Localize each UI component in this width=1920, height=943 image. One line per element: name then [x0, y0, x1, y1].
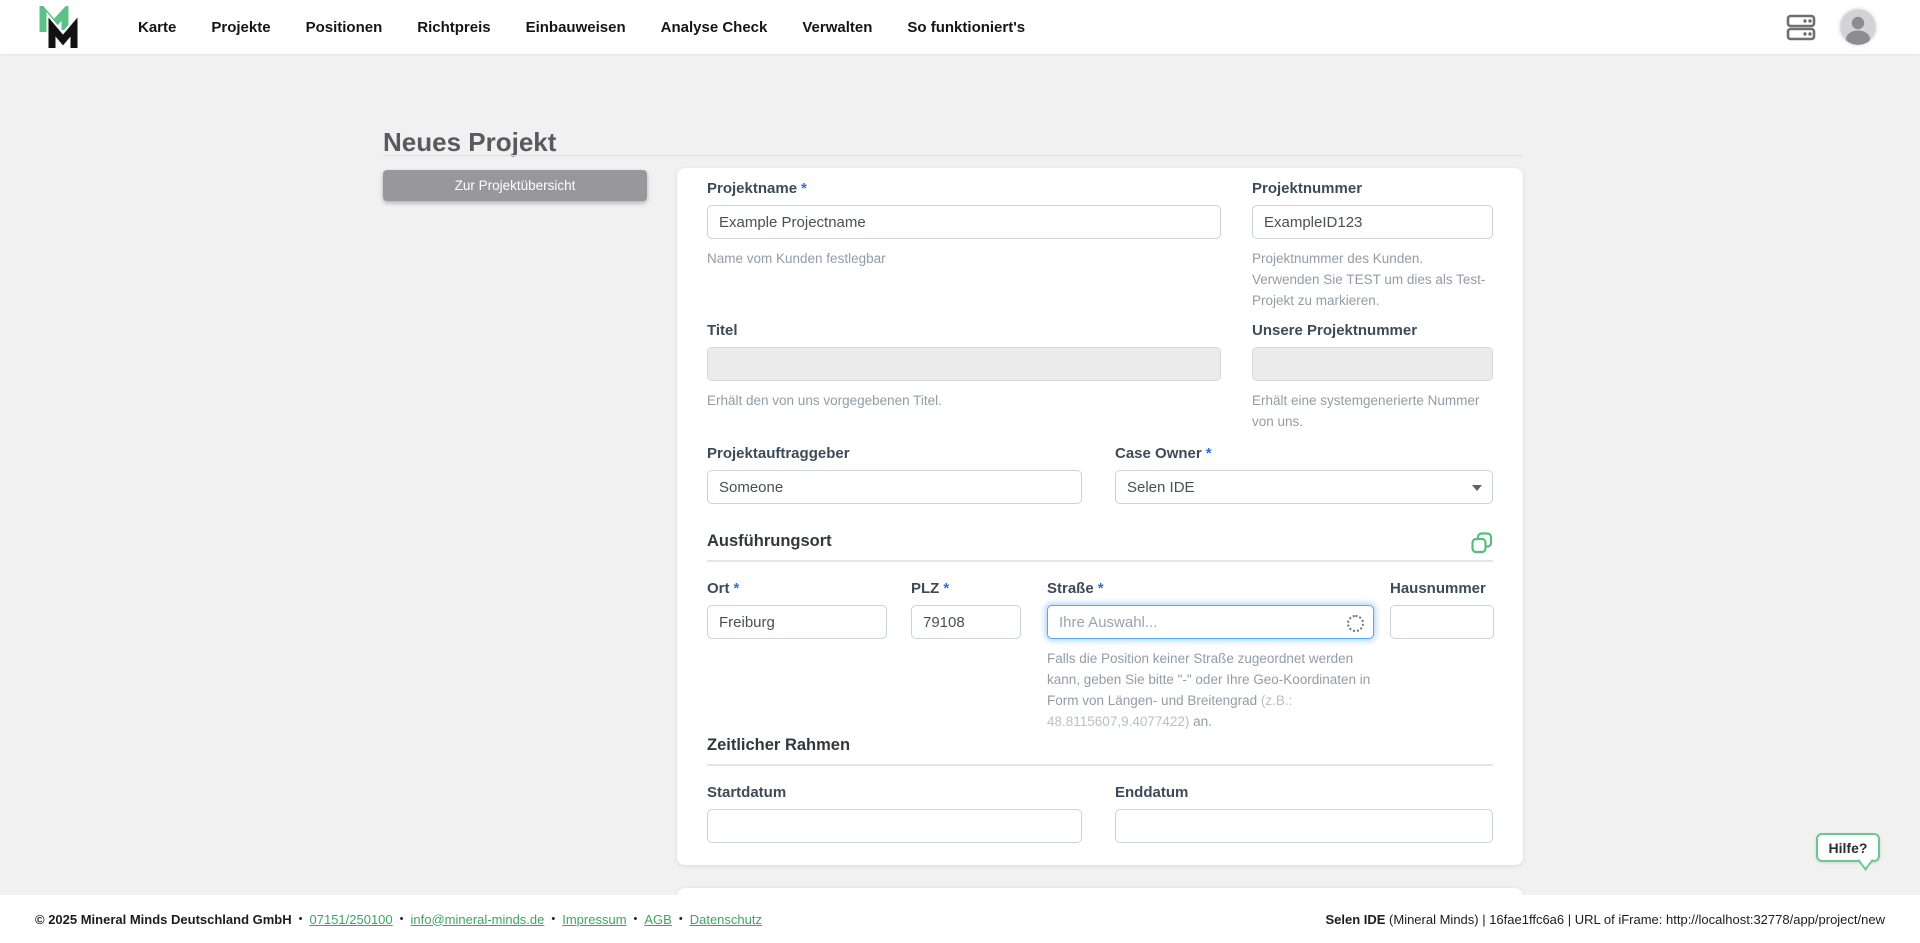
- nav-item-positionen[interactable]: Positionen: [306, 19, 383, 36]
- unsere-projektnummer-field-group: Unsere Projektnummer Erhält eine systemg…: [1252, 320, 1493, 432]
- plz-input[interactable]: [911, 605, 1021, 639]
- projektnummer-helper: Projektnummer des Kunden. Verwenden Sie …: [1252, 248, 1493, 311]
- copy-location-icon[interactable]: [1471, 532, 1493, 554]
- projektnummer-input[interactable]: [1252, 205, 1493, 239]
- strasse-helper: Falls die Position keiner Straße zugeord…: [1047, 648, 1374, 732]
- footer-session-info: Selen IDE (Mineral Minds) | 16fae1ffc6a6…: [1325, 912, 1885, 927]
- titel-label: Titel: [707, 320, 1221, 342]
- title-divider: [383, 155, 1523, 156]
- titel-input: [707, 347, 1221, 381]
- unsere-projektnummer-label: Unsere Projektnummer: [1252, 320, 1493, 342]
- hausnummer-input[interactable]: [1390, 605, 1494, 639]
- main-nav: Karte Projekte Positionen Richtpreis Ein…: [138, 0, 1025, 54]
- footer-phone-link[interactable]: 07151/250100: [310, 912, 393, 927]
- footer-session-owner: Selen IDE: [1325, 912, 1385, 927]
- required-marker: *: [801, 180, 807, 197]
- help-button[interactable]: Hilfe?: [1816, 833, 1880, 862]
- nav-item-projekte[interactable]: Projekte: [211, 19, 270, 36]
- back-to-project-overview-button[interactable]: Zur Projektübersicht: [383, 170, 647, 201]
- footer: © 2025 Mineral Minds Deutschland GmbH • …: [0, 895, 1920, 943]
- zeitlicher-rahmen-divider: [707, 764, 1493, 766]
- app-root: Karte Projekte Positionen Richtpreis Ein…: [0, 0, 1920, 943]
- required-marker: *: [1206, 445, 1212, 462]
- nav-item-verwalten[interactable]: Verwalten: [802, 19, 872, 36]
- server-icon[interactable]: [1786, 13, 1816, 41]
- case-owner-selected-value: Selen IDE: [1127, 479, 1195, 496]
- projektauftraggeber-field-group: Projektauftraggeber: [707, 443, 1082, 504]
- footer-impressum-link[interactable]: Impressum: [562, 912, 626, 927]
- ort-label: Ort*: [707, 578, 887, 600]
- nav-item-karte[interactable]: Karte: [138, 19, 176, 36]
- strasse-field-group: Straße* Falls die Position keiner Straße…: [1047, 578, 1374, 732]
- required-marker: *: [734, 580, 740, 597]
- required-marker: *: [943, 580, 949, 597]
- ausfuehrungsort-divider: [707, 560, 1493, 562]
- footer-copyright: © 2025 Mineral Minds Deutschland GmbH: [35, 912, 292, 927]
- projektname-field-group: Projektname* Name vom Kunden festlegbar: [707, 178, 1221, 269]
- footer-separator: •: [551, 913, 555, 925]
- chevron-down-icon: [1472, 485, 1482, 491]
- required-marker: *: [1098, 580, 1104, 597]
- titel-field-group: Titel Erhält den von uns vorgegebenen Ti…: [707, 320, 1221, 411]
- footer-separator: •: [299, 913, 303, 925]
- footer-email-link[interactable]: info@mineral-minds.de: [411, 912, 545, 927]
- nav-item-richtpreis[interactable]: Richtpreis: [417, 19, 490, 36]
- plz-label: PLZ*: [911, 578, 1021, 600]
- ort-field-group: Ort*: [707, 578, 887, 639]
- ausfuehrungsort-section-title: Ausführungsort: [707, 532, 832, 551]
- case-owner-select[interactable]: Selen IDE: [1115, 470, 1493, 504]
- footer-separator: •: [679, 913, 683, 925]
- startdatum-input[interactable]: [707, 809, 1082, 843]
- footer-left: © 2025 Mineral Minds Deutschland GmbH • …: [35, 912, 762, 927]
- projektauftraggeber-label: Projektauftraggeber: [707, 443, 1082, 465]
- enddatum-field-group: Enddatum: [1115, 782, 1493, 843]
- hausnummer-label: Hausnummer: [1390, 578, 1494, 600]
- zeitlicher-rahmen-section-title: Zeitlicher Rahmen: [707, 736, 850, 755]
- startdatum-field-group: Startdatum: [707, 782, 1082, 843]
- enddatum-label: Enddatum: [1115, 782, 1493, 804]
- startdatum-label: Startdatum: [707, 782, 1082, 804]
- footer-separator: •: [400, 913, 404, 925]
- nav-item-so-funktionierts[interactable]: So funktioniert's: [907, 19, 1025, 36]
- unsere-projektnummer-input: [1252, 347, 1493, 381]
- footer-separator: •: [634, 913, 638, 925]
- strasse-label: Straße*: [1047, 578, 1374, 600]
- nav-item-einbauweisen[interactable]: Einbauweisen: [526, 19, 626, 36]
- mineral-minds-logo-icon[interactable]: [38, 6, 92, 50]
- loading-spinner-icon: [1347, 615, 1364, 632]
- topbar-actions: [1786, 0, 1920, 54]
- nav-item-analyse-check[interactable]: Analyse Check: [661, 19, 768, 36]
- titel-helper: Erhält den von uns vorgegebenen Titel.: [707, 390, 1221, 411]
- footer-agb-link[interactable]: AGB: [644, 912, 671, 927]
- projektname-input[interactable]: [707, 205, 1221, 239]
- new-project-form-card: Projektname* Name vom Kunden festlegbar …: [677, 168, 1523, 865]
- footer-datenschutz-link[interactable]: Datenschutz: [690, 912, 762, 927]
- projektnummer-field-group: Projektnummer Projektnummer des Kunden. …: [1252, 178, 1493, 311]
- footer-session-details: (Mineral Minds) | 16fae1ffc6a6 | URL of …: [1385, 912, 1885, 927]
- user-avatar[interactable]: [1840, 9, 1876, 45]
- case-owner-field-group: Case Owner* Selen IDE: [1115, 443, 1493, 504]
- projektnummer-label: Projektnummer: [1252, 178, 1493, 200]
- ort-input[interactable]: [707, 605, 887, 639]
- projektname-helper: Name vom Kunden festlegbar: [707, 248, 1221, 269]
- unsere-projektnummer-helper: Erhält eine systemgenerierte Nummer von …: [1252, 390, 1493, 432]
- case-owner-label: Case Owner*: [1115, 443, 1493, 465]
- plz-field-group: PLZ*: [911, 578, 1021, 639]
- page-title: Neues Projekt: [383, 127, 556, 158]
- strasse-input[interactable]: [1047, 605, 1374, 639]
- topbar: Karte Projekte Positionen Richtpreis Ein…: [0, 0, 1920, 54]
- projektname-label: Projektname*: [707, 178, 1221, 200]
- projektauftraggeber-input[interactable]: [707, 470, 1082, 504]
- enddatum-input[interactable]: [1115, 809, 1493, 843]
- hausnummer-field-group: Hausnummer: [1390, 578, 1494, 639]
